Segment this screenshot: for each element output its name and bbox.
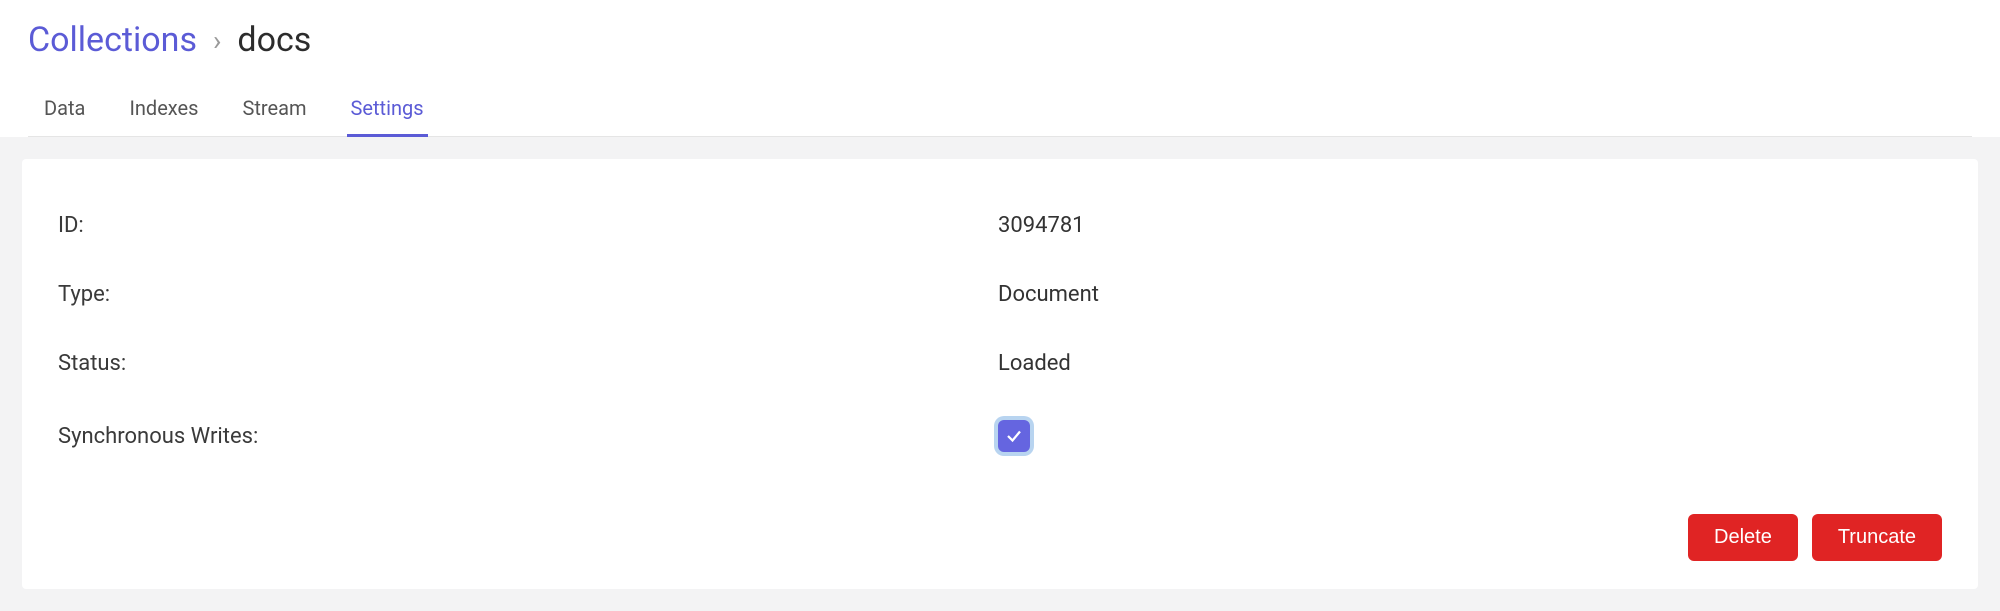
settings-row-id: ID: 3094781	[58, 191, 1942, 260]
breadcrumb: Collections › docs	[28, 20, 1972, 60]
check-icon	[1005, 427, 1023, 445]
value-type: Document	[998, 282, 1099, 307]
label-status: Status:	[58, 351, 998, 376]
content-area: ID: 3094781 Type: Document Status: Loade…	[0, 137, 2000, 611]
settings-row-status: Status: Loaded	[58, 329, 1942, 398]
label-id: ID:	[58, 213, 998, 238]
settings-panel: ID: 3094781 Type: Document Status: Loade…	[22, 159, 1978, 589]
value-status: Loaded	[998, 351, 1071, 376]
label-type: Type:	[58, 282, 998, 307]
tab-stream[interactable]: Stream	[238, 88, 310, 137]
settings-row-type: Type: Document	[58, 260, 1942, 329]
settings-row-sync-writes: Synchronous Writes:	[58, 398, 1942, 474]
breadcrumb-current: docs	[237, 20, 311, 60]
tab-indexes[interactable]: Indexes	[125, 88, 202, 137]
panel-actions: Delete Truncate	[58, 474, 1942, 561]
tab-settings[interactable]: Settings	[347, 88, 428, 137]
breadcrumb-collections-link[interactable]: Collections	[28, 20, 197, 60]
label-sync-writes: Synchronous Writes:	[58, 424, 998, 449]
value-id: 3094781	[998, 213, 1085, 238]
delete-button[interactable]: Delete	[1688, 514, 1798, 561]
chevron-right-icon: ›	[213, 24, 221, 57]
truncate-button[interactable]: Truncate	[1812, 514, 1942, 561]
sync-writes-checkbox[interactable]	[998, 420, 1030, 452]
tab-data[interactable]: Data	[40, 88, 89, 137]
tabs: Data Indexes Stream Settings	[28, 88, 1972, 137]
